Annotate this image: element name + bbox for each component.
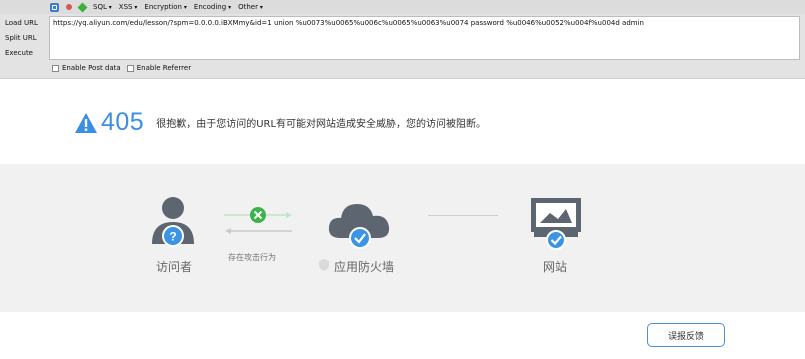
firewall-label: 应用防火墙 <box>334 260 395 274</box>
post-data-checkbox[interactable] <box>52 64 59 72</box>
record-icon[interactable] <box>66 4 72 10</box>
blocked-x-icon <box>224 207 292 234</box>
menu-encryption[interactable]: Encryption <box>144 3 187 11</box>
error-notice: 405 很抱歉，由于您访问的URL有可能对网站造成安全威胁，您的访问被阻断。 <box>74 108 486 137</box>
post-data-label: Enable Post data <box>62 64 121 72</box>
url-textarea[interactable]: https://yq.aliyun.com/edu/lesson/?spm=0.… <box>49 16 800 60</box>
referrer-checkbox[interactable] <box>126 64 134 72</box>
hackbar-logo-icon[interactable] <box>50 2 59 12</box>
flow-diagram: ? 存在攻击行为 访问者 应用防火墙 网站 <box>0 164 805 312</box>
shield-icon <box>319 259 329 271</box>
execute-button[interactable]: Execute <box>0 46 46 60</box>
visitor-label: 访问者 <box>156 260 193 274</box>
user-question-icon: ? <box>152 197 194 247</box>
post-data-option[interactable]: Enable Post data <box>52 64 121 72</box>
menu-other[interactable]: Other <box>238 3 263 11</box>
diamond-icon[interactable] <box>77 2 88 12</box>
split-url-button[interactable]: Split URL <box>0 31 46 45</box>
cloud-check-icon <box>328 204 390 249</box>
svg-text:?: ? <box>169 230 176 244</box>
options-row: Enable Post data Enable Referrer <box>52 64 191 72</box>
hackbar-menu: SQL XSS Encryption Encoding Other <box>50 1 263 13</box>
referrer-label: Enable Referrer <box>136 64 192 72</box>
hackbar-menu-bar: SQL XSS Encryption Encoding Other <box>0 0 805 14</box>
error-message: 很抱歉，由于您访问的URL有可能对网站造成安全威胁，您的访问被阻断。 <box>156 119 487 130</box>
connector-line <box>428 215 498 216</box>
menu-xss[interactable]: XSS <box>119 3 138 11</box>
menu-encoding[interactable]: Encoding <box>194 3 231 11</box>
false-positive-feedback-button[interactable]: 误报反馈 <box>647 323 725 347</box>
referrer-option[interactable]: Enable Referrer <box>126 64 192 72</box>
load-url-button[interactable]: Load URL <box>0 16 46 30</box>
hackbar-panel: Load URL Split URL Execute https://yq.al… <box>0 14 805 79</box>
error-code: 405 <box>101 108 145 136</box>
menu-sql[interactable]: SQL <box>93 3 112 11</box>
site-label: 网站 <box>543 260 568 274</box>
attack-label: 存在攻击行为 <box>228 253 276 262</box>
warning-icon <box>75 112 97 133</box>
monitor-check-icon <box>531 198 581 250</box>
